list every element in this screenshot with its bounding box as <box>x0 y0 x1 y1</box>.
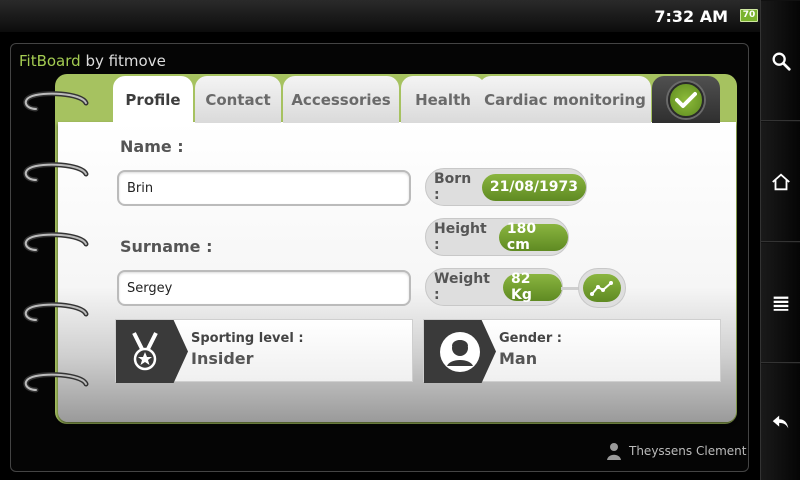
user-icon <box>607 443 621 460</box>
tab-label: Cardiac monitoring <box>484 90 646 109</box>
home-button[interactable] <box>761 121 800 242</box>
tab-label: Contact <box>205 90 271 109</box>
check-badge <box>668 81 704 118</box>
binder-ring-icon <box>23 91 89 112</box>
name-input[interactable] <box>117 170 411 206</box>
gender-badge <box>424 320 496 383</box>
gender-label: Gender : <box>499 331 563 346</box>
sporting-level-value: Insider <box>191 349 254 368</box>
person-avatar-icon <box>440 331 480 372</box>
clock: 7:32 AM <box>654 7 728 26</box>
binder-ring-icon <box>23 302 89 323</box>
tab-accessories[interactable]: Accessories <box>283 76 399 123</box>
search-button[interactable] <box>761 0 800 121</box>
weight-history-button[interactable] <box>578 268 626 308</box>
height-field[interactable]: Height : 180 cm <box>425 218 569 256</box>
status-bar: 7:32 AM 70 <box>0 0 760 32</box>
gender-card[interactable]: Gender : Man <box>423 319 721 383</box>
sporting-level-label: Sporting level : <box>191 331 304 346</box>
height-value: 180 cm <box>498 221 568 253</box>
born-field[interactable]: Born : 21/08/1973 <box>425 168 587 206</box>
born-value: 21/08/1973 <box>481 173 586 201</box>
weight-field[interactable]: Weight : 82 Kg <box>425 268 563 306</box>
app-brand: FitBoard <box>19 52 81 70</box>
back-button[interactable] <box>761 363 800 480</box>
tab-label: Profile <box>125 91 181 109</box>
user-name: Theyssens Clement <box>629 444 747 458</box>
tab-health[interactable]: Health <box>401 76 485 123</box>
chart-trend-icon <box>590 281 613 296</box>
validate-button[interactable] <box>652 76 720 123</box>
weight-value: 82 Kg <box>503 271 562 303</box>
app-brand-suffix: by fitmove <box>80 52 166 70</box>
weight-connector <box>561 287 579 290</box>
home-icon <box>772 172 790 190</box>
born-label: Born : <box>434 171 472 203</box>
current-user: Theyssens Clement <box>606 441 746 461</box>
name-label: Name : <box>120 137 184 156</box>
surname-input[interactable] <box>117 270 411 306</box>
tab-label: Accessories <box>291 90 391 109</box>
binder-ring-icon <box>23 372 89 393</box>
binder-ring-icon <box>23 162 89 183</box>
sporting-level-card[interactable]: Sporting level : Insider <box>115 319 413 383</box>
height-label: Height : <box>434 221 487 253</box>
back-icon <box>772 415 789 429</box>
tab-profile[interactable]: Profile <box>113 76 193 124</box>
weight-history-badge <box>583 274 621 302</box>
menu-icon <box>773 296 789 311</box>
menu-button[interactable] <box>761 242 800 363</box>
system-bar <box>760 0 800 480</box>
search-icon <box>772 52 791 71</box>
tab-label: Health <box>415 90 471 109</box>
tab-contact[interactable]: Contact <box>195 76 281 123</box>
weight-label: Weight : <box>434 271 490 303</box>
sporting-level-badge <box>116 320 188 383</box>
gender-value: Man <box>499 349 538 368</box>
binder-ring-icon <box>23 232 89 253</box>
surname-label: Surname : <box>120 237 213 256</box>
medal-icon <box>132 331 158 370</box>
check-icon <box>675 91 697 108</box>
tab-cardiac-monitoring[interactable]: Cardiac monitoring <box>479 76 651 123</box>
battery-icon: 70 <box>740 9 758 22</box>
app-title: FitBoard by fitmove <box>19 52 166 70</box>
